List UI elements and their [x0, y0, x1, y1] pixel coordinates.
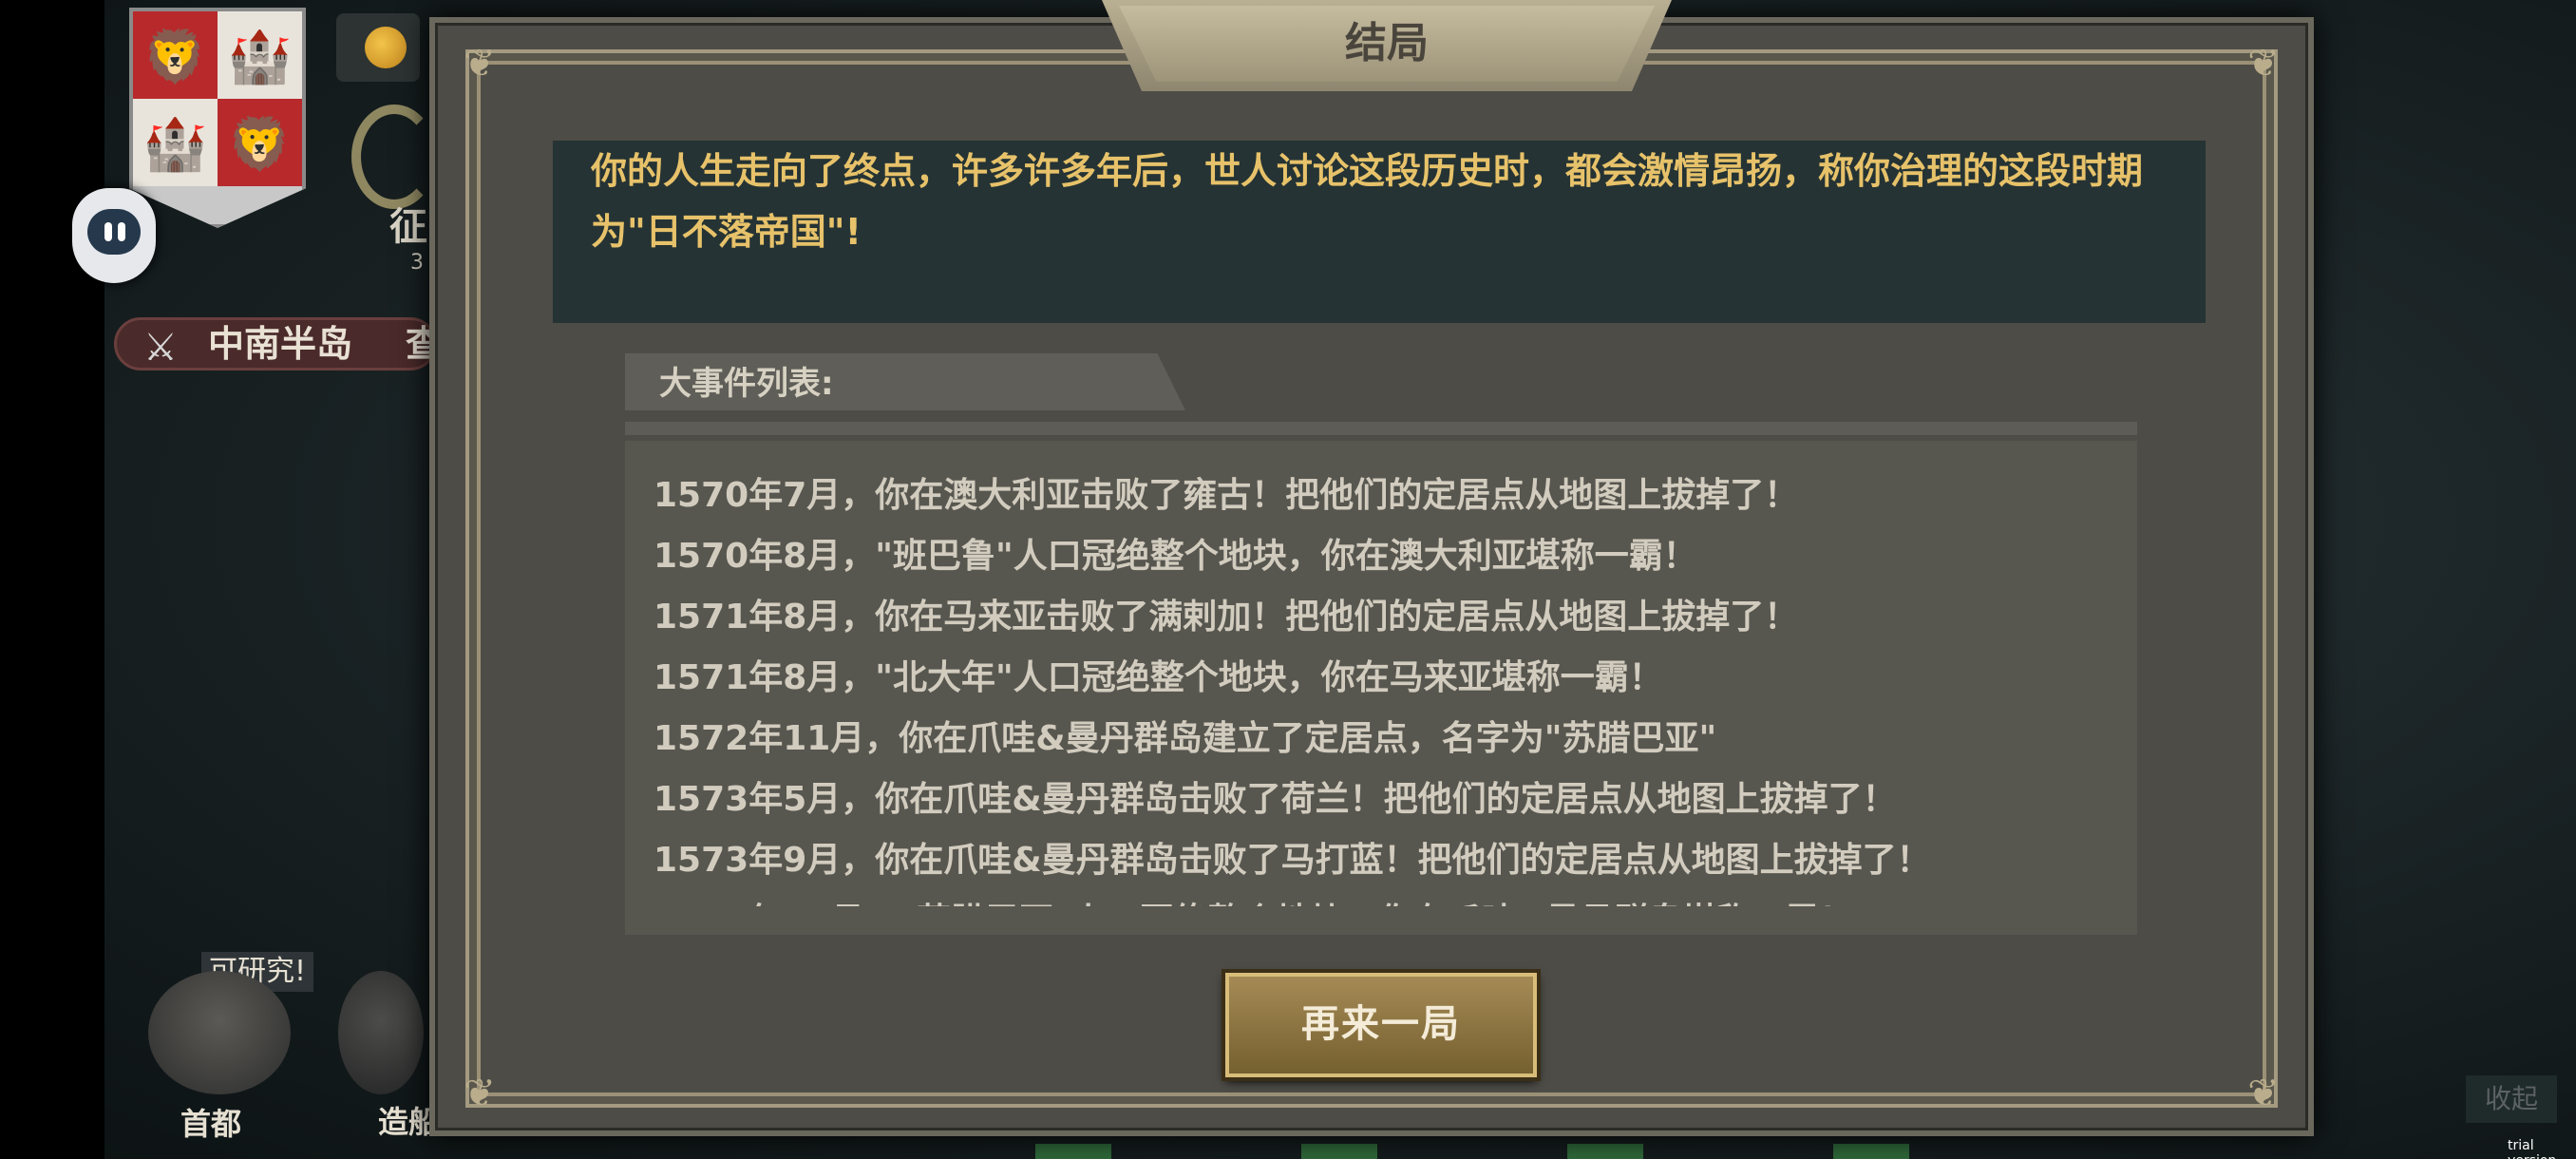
event-item: 1571年8月，"北大年"人口冠绝整个地块，你在马来亚堪称一霸！: [653, 658, 1663, 697]
castle-icon: 🏰: [227, 27, 293, 86]
event-item: 1570年7月，你在澳大利亚击败了雍古！把他们的定居点从地图上拔掉了！: [653, 476, 1799, 515]
capital-label: 首都: [180, 1106, 242, 1142]
castle-icon: 🏰: [142, 113, 208, 174]
laurel-number: 3: [410, 251, 424, 275]
collapse-button[interactable]: 收起: [2466, 1075, 2557, 1123]
dialog-title: 结局: [1345, 19, 1429, 67]
bottom-tab-strip: [1035, 1144, 2109, 1159]
corner-ornament-icon: ❦: [464, 1072, 496, 1115]
laurel-label: 征: [389, 205, 427, 249]
event-item: 1573年5月，你在爪哇&曼丹群岛击败了荷兰！把他们的定居点从地图上拔掉了！: [653, 780, 1897, 819]
ending-summary: 你的人生走向了终点，许多许多年后，世人讨论这段历史时，都会激情昂扬，称你治理的这…: [591, 150, 2144, 253]
coin-icon: [365, 27, 407, 68]
corner-ornament-icon: ❦: [2247, 42, 2280, 86]
events-clip: [625, 906, 2137, 935]
assistant-bot-button[interactable]: [72, 188, 156, 283]
region-selector[interactable]: ⚔ 中南半岛 查: [114, 317, 442, 370]
events-list: 1570年7月，你在澳大利亚击败了雍古！把他们的定居点从地图上拔掉了！ 1570…: [653, 466, 2118, 935]
event-item: 1572年11月，你在爪哇&曼丹群岛建立了定居点，名字为"苏腊巴亚": [653, 719, 1717, 758]
corner-ornament-icon: ❦: [464, 42, 496, 86]
corner-ornament-icon: ❦: [2247, 1072, 2280, 1115]
nation-flag[interactable]: 🦁 🏰 🏰 🦁: [129, 8, 306, 228]
events-title: 大事件列表:: [659, 365, 834, 403]
crossed-swords-icon: ⚔: [143, 326, 178, 370]
trial-watermark: trial version: [2508, 1138, 2556, 1159]
lion-icon: 🦁: [142, 27, 208, 86]
shipyard-button[interactable]: [338, 971, 424, 1094]
events-divider: [625, 422, 2137, 435]
event-item: 1573年9月，你在爪哇&曼丹群岛击败了马打蓝！把他们的定居点从地图上拔掉了！: [653, 841, 1931, 880]
capital-building-button[interactable]: [148, 971, 291, 1094]
event-item: 1570年8月，"班巴鲁"人口冠绝整个地块，你在澳大利亚堪称一霸！: [653, 537, 1697, 576]
event-item: 1571年8月，你在马来亚击败了满剌加！把他们的定居点从地图上拔掉了！: [653, 598, 1799, 636]
laurel-icon[interactable]: [351, 104, 437, 209]
lion-icon: 🦁: [227, 113, 293, 174]
letterbox-left: [0, 0, 104, 1159]
bot-face-icon: [87, 209, 141, 255]
events-scroll-list[interactable]: 1570年7月，你在澳大利亚击败了雍古！把他们的定居点从地图上拔掉了！ 1570…: [625, 441, 2137, 935]
region-label: 中南半岛: [208, 323, 353, 365]
play-again-button[interactable]: 再来一局: [1225, 973, 1537, 1077]
gold-coin-button[interactable]: [336, 13, 420, 82]
